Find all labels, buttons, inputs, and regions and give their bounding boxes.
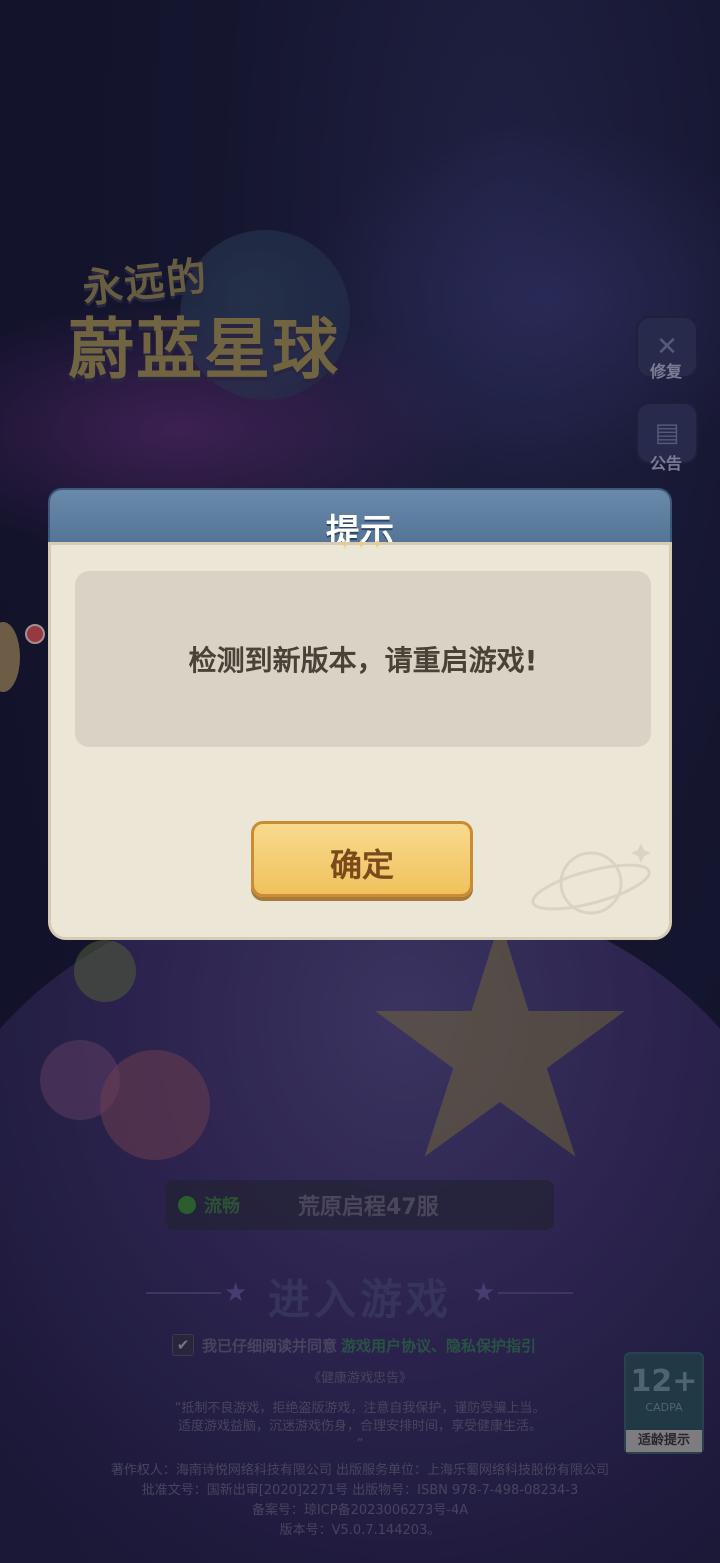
confirm-button[interactable]: 确定 (251, 821, 473, 897)
confirm-label: 确定 (329, 846, 394, 884)
ornament-icon: ✦ ✦ ✦ (338, 537, 384, 553)
message-box: 检测到新版本，请重启游戏! (75, 571, 651, 747)
dialog-body: ✦ ✦ ✦ 检测到新版本，请重启游戏! 确定 (48, 537, 672, 940)
update-dialog: 提示 ✦ ✦ ✦ 检测到新版本，请重启游戏! 确定 (48, 480, 672, 940)
planet-icon (531, 843, 651, 915)
dialog-message: 检测到新版本，请重启游戏! (188, 644, 538, 677)
